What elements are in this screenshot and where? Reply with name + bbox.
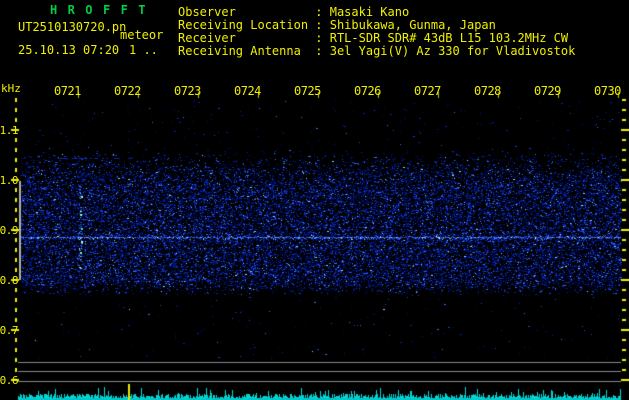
time-tick-label: 0721 [54, 84, 81, 98]
freq-tick-label: 0.9 [0, 224, 18, 237]
hrofft-screen: H R O F F T UT2510130720.pn meteor 25.10… [0, 0, 629, 400]
freq-tick-label: 1.1 [0, 124, 18, 137]
time-tick-label: 0728 [474, 84, 501, 98]
freq-tick-label: 1.0 [0, 174, 18, 187]
time-tick-label: 0729 [534, 84, 561, 98]
time-tick-label: 0724 [234, 84, 261, 98]
freq-tick-label: 0.8 [0, 274, 18, 287]
counter-label: 1 .. [129, 44, 158, 57]
time-tick-label: 0725 [294, 84, 321, 98]
datetime-label: 25.10.13 07:20 [18, 44, 119, 57]
freq-tick-label: 0.6 [0, 374, 18, 387]
time-tick-label: 0722 [114, 84, 141, 98]
capture-filename-suffix: meteor [120, 29, 163, 42]
time-tick-label: 0723 [174, 84, 201, 98]
spectrogram-canvas [0, 0, 629, 400]
y-axis-unit-label: kHz [1, 82, 21, 95]
time-tick-label: 0730 [594, 84, 621, 98]
capture-filename: UT2510130720.pn [18, 21, 126, 34]
time-tick-label: 0726 [354, 84, 381, 98]
freq-tick-label: 0.7 [0, 324, 18, 337]
time-tick-label: 0727 [414, 84, 441, 98]
info-row-antenna: Receiving Antenna : 3el Yagi(V) Az 330 f… [178, 45, 575, 58]
app-title: H R O F F T [50, 4, 147, 17]
